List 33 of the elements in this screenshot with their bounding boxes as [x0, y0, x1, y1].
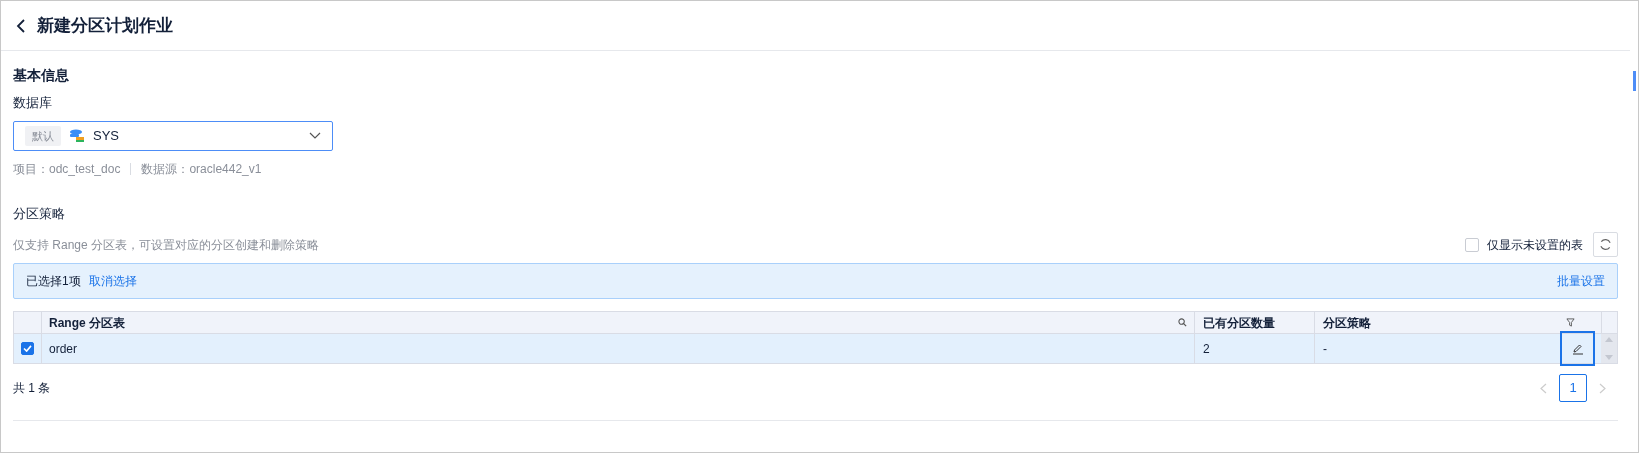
edit-button[interactable]	[1560, 331, 1595, 366]
refresh-icon	[1599, 238, 1612, 251]
hint-text: 仅支持 Range 分区表，可设置对应的分区创建和删除策略	[13, 236, 320, 254]
database-select[interactable]: 默认 SYS	[13, 121, 333, 151]
pencil-icon	[1571, 342, 1584, 355]
meta-text: 数据源：oracle442_v1	[141, 161, 262, 178]
page-title: 新建分区计划作业	[37, 14, 173, 37]
table-row[interactable]: order 2 -	[14, 334, 1617, 363]
selection-count: 已选择1项	[26, 273, 81, 290]
batch-settings-link[interactable]: 批量设置	[1557, 272, 1605, 290]
checkbox[interactable]	[1465, 237, 1479, 252]
filter-icon[interactable]	[1566, 318, 1575, 327]
column-header: Range 分区表	[49, 314, 125, 332]
table-cell-text: 2	[1203, 340, 1210, 358]
meta-text: 项目：odc_test_doc	[13, 161, 121, 178]
section-heading: 基本信息	[13, 66, 70, 85]
column-header: 分区策略	[1323, 314, 1371, 332]
section-heading: 分区策略	[13, 205, 66, 223]
search-icon[interactable]	[1178, 318, 1187, 327]
chevron-down-icon	[309, 132, 321, 140]
clear-selection-link[interactable]: 取消选择	[88, 272, 137, 290]
table-cell-text: -	[1323, 340, 1327, 358]
field-label: 数据库	[13, 94, 53, 112]
total-count: 共 1 条	[13, 380, 51, 397]
refresh-button[interactable]	[1593, 232, 1618, 257]
table-cell-text: order	[49, 340, 77, 358]
row-checkbox[interactable]	[21, 342, 34, 355]
page-button[interactable]: 1	[1559, 374, 1587, 402]
checkbox-label: 仅显示未设置的表	[1487, 236, 1583, 254]
default-tag: 默认	[25, 125, 61, 147]
database-name: SYS	[93, 127, 119, 146]
column-header: 已有分区数量	[1203, 314, 1275, 332]
database-icon	[69, 129, 85, 143]
